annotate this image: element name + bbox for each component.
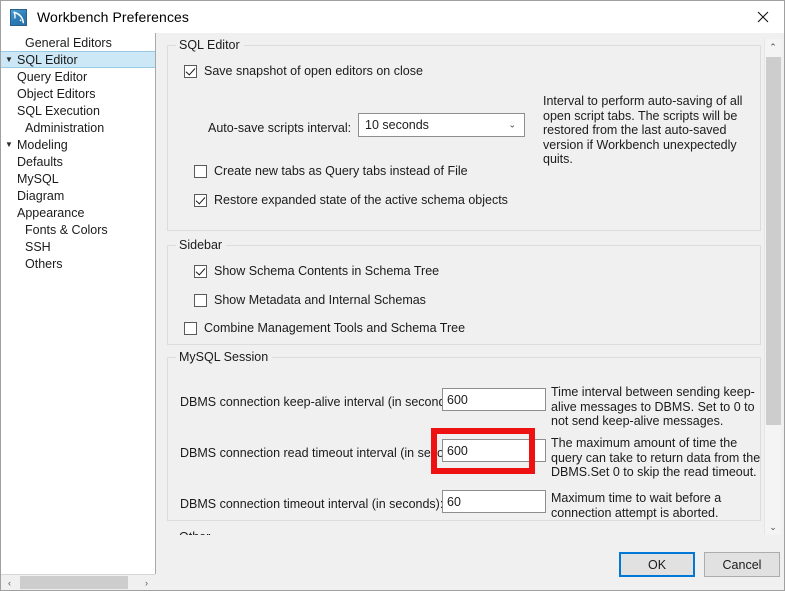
checkbox-show-metadata[interactable]: Show Metadata and Internal Schemas bbox=[194, 293, 426, 307]
window-title: Workbench Preferences bbox=[37, 9, 190, 25]
checkbox-new-tabs-as-query[interactable]: Create new tabs as Query tabs instead of… bbox=[194, 164, 468, 178]
category-tree-panel[interactable]: General Editors ▼ SQL Editor Query Edito… bbox=[1, 33, 156, 574]
input-keep-alive-interval[interactable] bbox=[442, 388, 546, 411]
chevron-down-icon: ⌄ bbox=[508, 119, 516, 130]
group-sidebar: Sidebar Show Schema Contents in Schema T… bbox=[167, 238, 761, 345]
title-bar: Workbench Preferences bbox=[1, 1, 784, 33]
tree-item-label: Fonts & Colors bbox=[25, 222, 108, 237]
hscroll-thumb[interactable] bbox=[20, 576, 128, 589]
checkbox-box[interactable] bbox=[194, 164, 207, 178]
preferences-content: SQL Editor Save snapshot of open editors… bbox=[157, 33, 784, 542]
settings-scroll-area: SQL Editor Save snapshot of open editors… bbox=[165, 39, 761, 535]
chevron-down-icon: ▼ bbox=[5, 54, 13, 64]
select-autosave-interval[interactable]: 10 seconds ⌄ bbox=[358, 113, 525, 137]
group-other-legend: Other bbox=[176, 530, 215, 535]
tree-item-administration[interactable]: Administration bbox=[1, 119, 155, 136]
checkbox-save-snapshot[interactable]: Save snapshot of open editors on close bbox=[184, 64, 423, 78]
checkbox-show-schema-contents[interactable]: Show Schema Contents in Schema Tree bbox=[194, 264, 439, 278]
checkbox-box[interactable] bbox=[184, 64, 197, 78]
category-tree: General Editors ▼ SQL Editor Query Edito… bbox=[1, 33, 155, 272]
group-sql-editor: SQL Editor Save snapshot of open editors… bbox=[167, 39, 761, 231]
label-autosave-interval: Auto-save scripts interval: bbox=[208, 121, 352, 135]
close-icon[interactable] bbox=[740, 1, 784, 32]
tree-item-label: SQL Editor bbox=[17, 52, 78, 67]
tree-item-label: Appearance bbox=[17, 205, 85, 220]
content-vertical-scrollbar[interactable]: ⌃ ⌄ bbox=[764, 39, 781, 535]
tree-item-label: Others bbox=[25, 256, 63, 271]
scroll-right-icon[interactable]: › bbox=[138, 575, 155, 590]
tree-item-defaults[interactable]: Defaults bbox=[1, 153, 155, 170]
tree-item-diagram[interactable]: Diagram bbox=[1, 187, 155, 204]
vscroll-thumb[interactable] bbox=[766, 57, 781, 425]
checkbox-combine-management-tools[interactable]: Combine Management Tools and Schema Tree bbox=[184, 321, 465, 335]
checkbox-label: Restore expanded state of the active sch… bbox=[214, 193, 508, 207]
input-connection-timeout-interval[interactable] bbox=[442, 490, 546, 513]
description-keep-alive: Time interval between sending keep-alive… bbox=[551, 385, 755, 428]
tree-item-label: MySQL bbox=[17, 171, 59, 186]
checkbox-label: Create new tabs as Query tabs instead of… bbox=[214, 164, 468, 178]
scroll-left-icon[interactable]: ‹ bbox=[1, 575, 18, 590]
description-autosave: Interval to perform auto-saving of all o… bbox=[543, 94, 743, 166]
tree-item-label: Administration bbox=[25, 120, 105, 135]
tree-item-label: SQL Execution bbox=[17, 103, 100, 118]
group-mysql-session: MySQL Session DBMS connection keep-alive… bbox=[167, 350, 761, 521]
tree-item-label: Diagram bbox=[17, 188, 65, 203]
select-value: 10 seconds bbox=[365, 118, 429, 132]
checkbox-box[interactable] bbox=[194, 264, 207, 278]
input-read-timeout-interval[interactable] bbox=[442, 439, 546, 462]
preferences-window: Workbench Preferences General Editors ▼ … bbox=[0, 0, 785, 591]
tree-item-label: Query Editor bbox=[17, 69, 88, 84]
checkbox-box[interactable] bbox=[194, 193, 207, 207]
tree-item-mysql[interactable]: MySQL bbox=[1, 170, 155, 187]
tree-item-label: SSH bbox=[25, 239, 51, 254]
tree-item-fonts-colors[interactable]: Fonts & Colors bbox=[1, 221, 155, 238]
tree-item-sql-execution[interactable]: SQL Execution bbox=[1, 102, 155, 119]
ok-button[interactable]: OK bbox=[619, 552, 695, 577]
tree-item-object-editors[interactable]: Object Editors bbox=[1, 85, 155, 102]
checkbox-label: Show Schema Contents in Schema Tree bbox=[214, 264, 440, 278]
checkbox-label: Show Metadata and Internal Schemas bbox=[214, 293, 426, 307]
tree-item-ssh[interactable]: SSH bbox=[1, 238, 155, 255]
group-sql-editor-legend: SQL Editor bbox=[176, 39, 244, 52]
chevron-down-icon: ▼ bbox=[5, 139, 13, 149]
checkbox-box[interactable] bbox=[194, 293, 207, 307]
tree-horizontal-scrollbar[interactable]: ‹ › bbox=[1, 574, 155, 590]
cancel-button[interactable]: Cancel bbox=[704, 552, 780, 577]
label-read-timeout-interval: DBMS connection read timeout interval (i… bbox=[180, 446, 472, 460]
tree-item-label: Defaults bbox=[17, 154, 63, 169]
label-connection-timeout-interval: DBMS connection timeout interval (in sec… bbox=[180, 497, 444, 511]
tree-item-sql-editor[interactable]: ▼ SQL Editor bbox=[1, 51, 155, 68]
tree-item-label: Object Editors bbox=[17, 86, 96, 101]
hscroll-track[interactable] bbox=[18, 575, 138, 590]
group-mysql-session-legend: MySQL Session bbox=[176, 350, 273, 364]
checkbox-label: Save snapshot of open editors on close bbox=[204, 64, 423, 78]
workbench-dolphin-icon bbox=[10, 8, 27, 26]
description-connection-timeout: Maximum time to wait before a connection… bbox=[551, 491, 722, 520]
tree-item-label: Modeling bbox=[17, 137, 68, 152]
checkbox-box[interactable] bbox=[184, 321, 197, 335]
description-read-timeout: The maximum amount of time the query can… bbox=[551, 436, 761, 479]
label-keep-alive-interval: DBMS connection keep-alive interval (in … bbox=[180, 395, 460, 409]
dialog-button-bar: OK Cancel bbox=[157, 542, 784, 590]
tree-item-query-editor[interactable]: Query Editor bbox=[1, 68, 155, 85]
tree-item-general-editors[interactable]: General Editors bbox=[1, 34, 155, 51]
group-sidebar-legend: Sidebar bbox=[176, 238, 227, 252]
scroll-up-icon[interactable]: ⌃ bbox=[765, 39, 781, 55]
checkbox-restore-expanded-state[interactable]: Restore expanded state of the active sch… bbox=[194, 193, 508, 207]
checkbox-label: Combine Management Tools and Schema Tree bbox=[204, 321, 466, 335]
tree-item-modeling[interactable]: ▼ Modeling bbox=[1, 136, 155, 153]
tree-item-others[interactable]: Others bbox=[1, 255, 155, 272]
tree-item-label: General Editors bbox=[25, 35, 112, 50]
scroll-down-icon[interactable]: ⌄ bbox=[765, 519, 781, 535]
tree-item-appearance[interactable]: Appearance bbox=[1, 204, 155, 221]
